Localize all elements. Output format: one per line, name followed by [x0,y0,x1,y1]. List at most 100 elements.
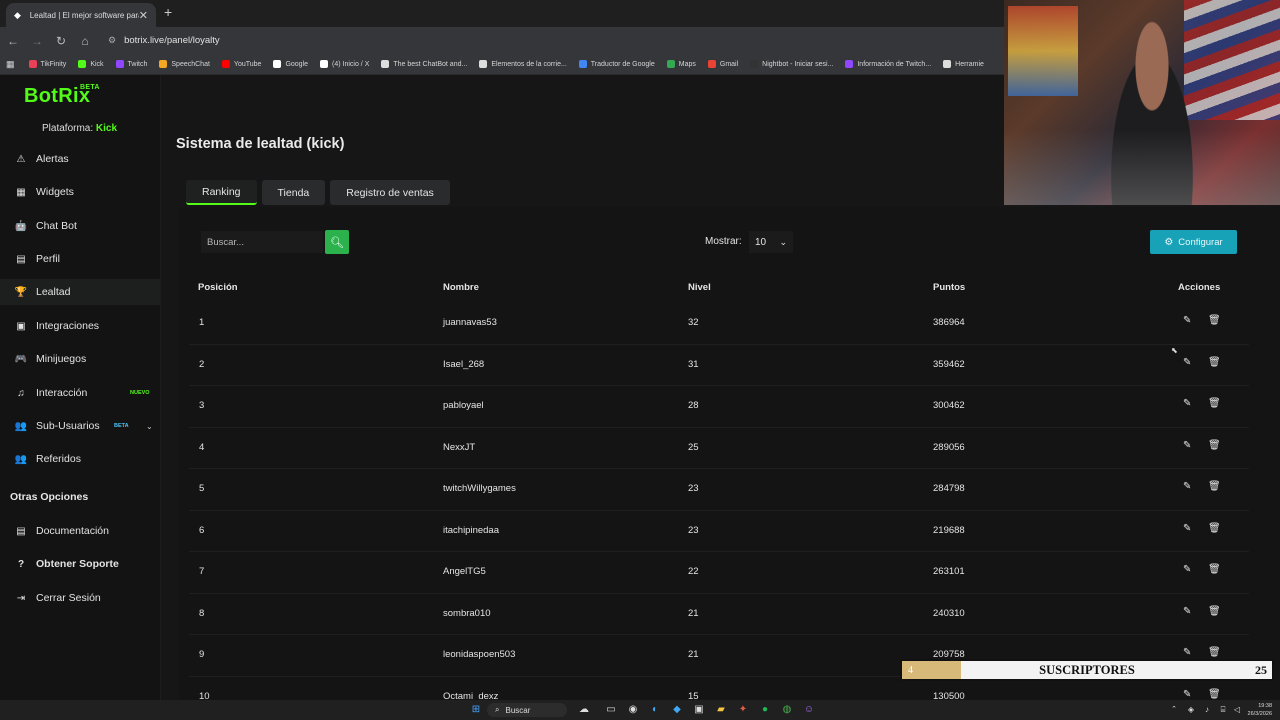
bookmark-item[interactable]: (4) Inicio / X [320,60,369,68]
bookmark-icon [845,60,854,68]
edit-icon[interactable]: ✎ [1183,315,1191,326]
beta-badge: BETA [114,423,129,429]
app-icon[interactable]: ◆ [671,704,683,716]
edit-icon[interactable]: ✎ [1183,564,1191,575]
tab-registro-ventas[interactable]: Registro de ventas [330,180,450,205]
store-icon[interactable]: ▣ [693,704,705,716]
edit-icon[interactable]: ✎ [1183,606,1191,617]
microphone-icon[interactable]: ♪ [1201,704,1213,716]
obs-icon[interactable]: ◉ [627,704,639,716]
tray-app-icon[interactable]: ◈ [1185,704,1197,716]
network-icon[interactable]: ⌸ [1217,704,1229,716]
sidebar-item-alertas[interactable]: ⚠ Alertas [0,146,160,172]
sidebar-item-interaccion[interactable]: ♫ Interacción NUEVO [0,380,160,406]
bookmark-item[interactable]: YouTube [221,60,261,68]
trash-icon[interactable]: 🗑︎ [1208,523,1221,534]
start-icon[interactable]: ⊞ [470,704,482,716]
row-name: NexxJT [443,441,476,453]
row-name: Isael_268 [443,358,485,370]
sidebar-item-lealtad[interactable]: 🏆 Lealtad [0,279,160,305]
trash-icon[interactable]: 🗑︎ [1208,481,1221,492]
bookmark-item[interactable]: Herramie [943,60,984,68]
bookmark-icon [159,60,168,68]
trash-icon[interactable]: 🗑︎ [1208,564,1221,575]
sidebar-item-referidos[interactable]: 👥 Referidos [0,446,160,472]
trash-icon[interactable]: 🗑︎ [1208,357,1221,368]
page-size-select[interactable]: 10 ⌄ [749,231,793,253]
bookmark-item[interactable]: Gmail [707,60,738,68]
sidebar-item-soporte[interactable]: ? Obtener Soporte [0,551,160,577]
column-header-position[interactable]: Posición [198,282,238,293]
sidebar-item-chat-bot[interactable]: 🤖 Chat Bot [0,213,160,239]
trash-icon[interactable]: 🗑︎ [1208,398,1221,409]
taskbar-search[interactable]: ⌕ Buscar [487,703,567,717]
chrome-icon[interactable]: ◍ [781,704,793,716]
site-info-icon[interactable]: ⚙ [108,35,116,46]
bookmark-item[interactable]: Traductor de Google [578,60,655,68]
edit-icon[interactable]: ✎ [1183,689,1191,700]
chevron-down-icon[interactable]: ⌄ [146,422,153,431]
bookmark-item[interactable]: Elementos de la corrie... [479,60,567,68]
tab-close-icon[interactable]: ✕ [139,9,148,22]
address-bar[interactable]: ⚙ botrix.live/panel/loyalty [108,30,220,52]
task-view-icon[interactable]: ▭ [605,704,617,716]
bookmark-icon [78,60,87,68]
reload-icon[interactable]: ↻ [50,34,72,48]
bookmark-item[interactable]: Twitch [115,60,147,68]
volume-icon[interactable]: ◁ [1231,704,1243,716]
gamepad-icon: 🎮 [14,353,28,365]
bookmark-item[interactable]: The best ChatBot and... [381,60,467,68]
edit-icon[interactable]: ✎ [1183,481,1191,492]
bookmark-icon [666,60,675,68]
apps-icon[interactable]: ▦ [6,59,15,70]
widgets-icon[interactable]: ☁ [578,704,590,716]
trash-icon[interactable]: 🗑︎ [1208,315,1221,326]
tray-chevron-icon[interactable]: ⌃ [1168,704,1180,716]
sidebar-item-minijuegos[interactable]: 🎮 Minijuegos [0,346,160,372]
edit-icon[interactable]: ✎ [1183,398,1191,409]
home-icon[interactable]: ⌂ [74,34,96,48]
sidebar-item-documentacion[interactable]: ▤ Documentación [0,518,160,544]
bookmark-item[interactable]: SpeechChat [159,60,210,68]
spotify-icon[interactable]: ● [759,704,771,716]
clock[interactable]: 19:38 26/3/2026 [1248,702,1272,718]
folder-icon[interactable]: ▰ [715,704,727,716]
edit-icon[interactable]: ✎ [1183,357,1191,368]
tab-tienda[interactable]: Tienda [261,180,326,205]
edit-icon[interactable]: ✎ [1183,440,1191,451]
bookmark-item[interactable]: Nightbot - Iniciar sesi... [750,60,833,68]
sidebar-item-sub-usuarios[interactable]: 👥 Sub-Usuarios BETA ⌄ [0,413,160,439]
search-button[interactable]: 🔍︎ [325,230,349,254]
botrix-logo[interactable]: BotRix BETA [24,84,99,108]
edit-icon[interactable]: ✎ [1183,523,1191,534]
bookmark-item[interactable]: Kick [78,60,104,68]
sidebar-item-integraciones[interactable]: ▣ Integraciones [0,313,160,339]
sidebar-item-cerrar-sesion[interactable]: ⇥ Cerrar Sesión [0,585,160,611]
back-icon[interactable]: ← [2,34,24,48]
bookmark-item[interactable]: TikFinity [28,60,66,68]
bookmark-item[interactable]: Google [273,60,308,68]
new-tab-button[interactable]: + [164,4,172,20]
browser-tab[interactable]: ◆ Lealtad | El mejor software para pe ✕ [6,3,156,27]
discord-icon[interactable]: ☺ [803,704,815,716]
trash-icon[interactable]: 🗑︎ [1208,689,1221,700]
bookmark-item[interactable]: Información de Twitch... [845,60,931,68]
column-header-name[interactable]: Nombre [443,282,479,293]
trash-icon[interactable]: 🗑︎ [1208,606,1221,617]
webcam-light [1004,130,1280,205]
sidebar-item-perfil[interactable]: ▤ Perfil [0,246,160,272]
search-input[interactable] [201,231,323,253]
column-header-level[interactable]: Nivel [688,282,711,293]
trash-icon[interactable]: 🗑︎ [1208,647,1221,658]
tab-ranking[interactable]: Ranking [186,180,257,205]
bookmark-item[interactable]: Maps [666,60,696,68]
edit-icon[interactable]: ✎ [1183,647,1191,658]
forward-icon[interactable]: → [26,34,48,48]
sidebar-item-widgets[interactable]: ▦ Widgets [0,179,160,205]
row-points: 263101 [933,566,965,577]
column-header-points[interactable]: Puntos [933,282,965,293]
app-icon[interactable]: ✦ [737,704,749,716]
edge-icon[interactable]: ◐ [649,704,661,716]
trash-icon[interactable]: 🗑︎ [1208,440,1221,451]
configure-button[interactable]: ⚙ Configurar [1150,230,1237,254]
